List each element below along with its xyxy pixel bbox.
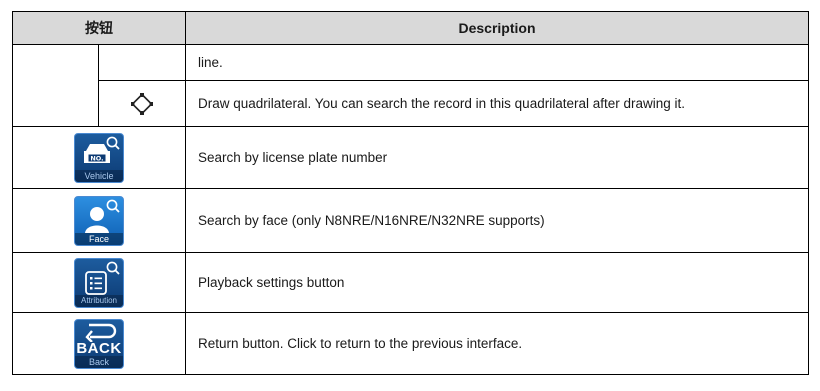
- icon-cell: BACK Back: [12, 312, 186, 375]
- table-header-row: 按钮 Description: [12, 11, 809, 45]
- back-icon: [85, 323, 117, 342]
- row-description: Playback settings button: [185, 252, 809, 313]
- icon-cell: Attribution: [12, 252, 186, 313]
- icon-cell: Face: [12, 188, 186, 253]
- table-row: BACK Back Return button. Click to return…: [12, 312, 809, 375]
- empty-cell: [98, 44, 186, 81]
- face-search-icon: [85, 199, 120, 233]
- face-caption: Face: [75, 232, 123, 245]
- attribution-search-icon: [85, 261, 120, 295]
- row-description: Draw quadrilateral. You can search the r…: [185, 80, 809, 127]
- attribution-caption: Attribution: [75, 294, 123, 307]
- header-description: Description: [185, 11, 809, 45]
- header-button: 按钮: [12, 11, 186, 45]
- table-row: Face Search by face (only N8NRE/N16NRE/N…: [12, 188, 809, 253]
- button-description-table: 按钮 Description line. Draw quadrilateral.…: [12, 11, 809, 375]
- back-button[interactable]: BACK Back: [74, 318, 124, 369]
- back-caption: Back: [75, 355, 123, 368]
- quadrilateral-icon[interactable]: [131, 92, 153, 115]
- row-description: Search by license plate number: [185, 126, 809, 189]
- empty-cell: [12, 44, 99, 127]
- table-row: NO. Vehicle Search by license plate numb…: [12, 126, 809, 189]
- row-description: line.: [185, 44, 809, 81]
- face-search-button[interactable]: Face: [74, 195, 124, 246]
- table-row: Attribution Playback settings button: [12, 252, 809, 313]
- table-row: line.: [12, 44, 809, 127]
- row-description: Search by face (only N8NRE/N16NRE/N32NRE…: [185, 188, 809, 253]
- vehicle-search-button[interactable]: NO. Vehicle: [74, 132, 124, 183]
- back-label: BACK: [76, 339, 122, 357]
- plate-label: NO.: [90, 154, 103, 162]
- table-row: Draw quadrilateral. You can search the r…: [13, 80, 809, 127]
- vehicle-caption: Vehicle: [75, 169, 123, 182]
- row-description: Return button. Click to return to the pr…: [185, 312, 809, 375]
- icon-cell: [98, 80, 186, 127]
- icon-cell: NO. Vehicle: [12, 126, 186, 189]
- attribution-search-button[interactable]: Attribution: [74, 257, 124, 308]
- vehicle-search-icon: NO.: [84, 136, 120, 163]
